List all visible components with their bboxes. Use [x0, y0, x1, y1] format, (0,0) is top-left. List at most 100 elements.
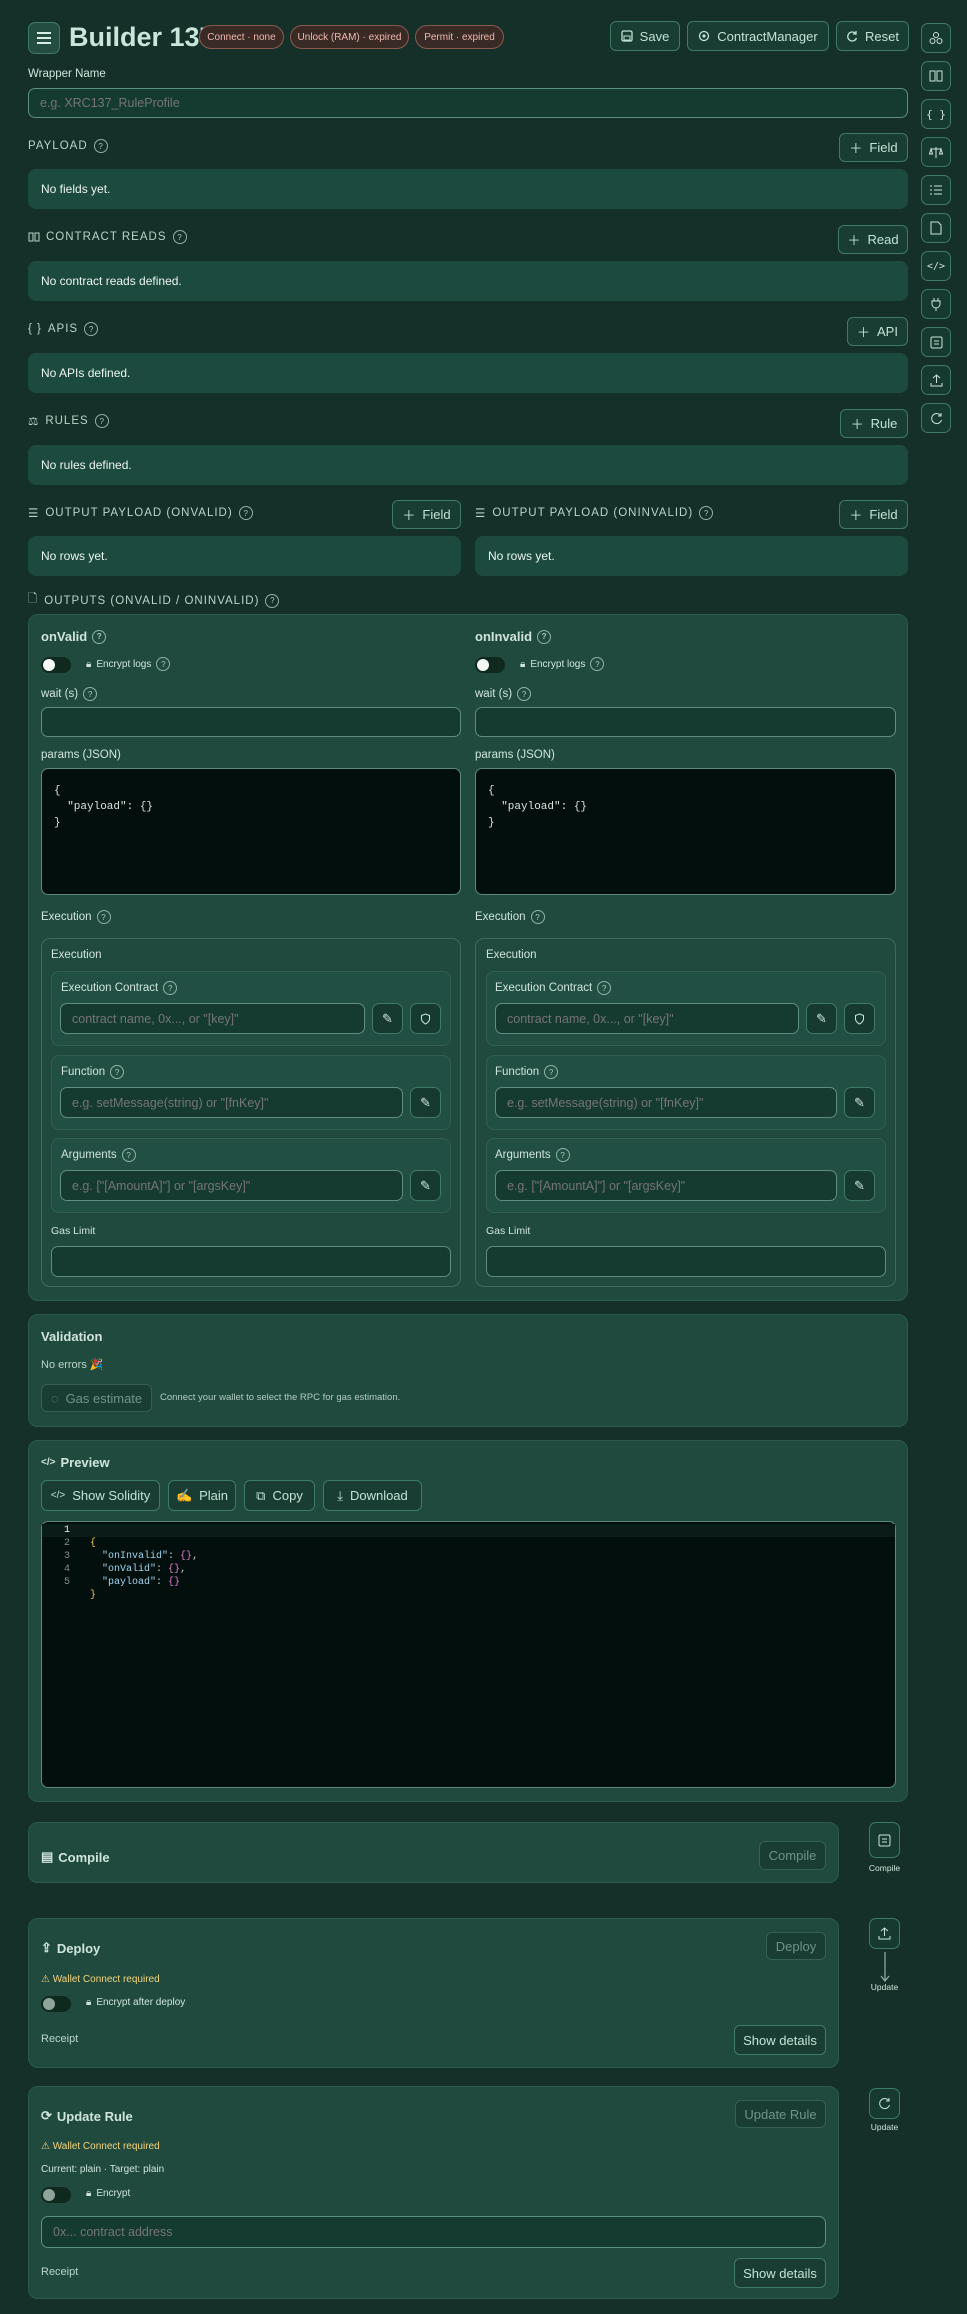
help-icon: ?: [110, 1065, 125, 1079]
copy-icon: ⧉: [256, 1487, 266, 1503]
edit-function-button-invalid[interactable]: ✎: [844, 1087, 875, 1118]
permit-status-badge[interactable]: Permit · expired: [415, 25, 504, 49]
execution-contract-input-invalid[interactable]: [495, 1003, 799, 1034]
download-button[interactable]: ⤓ Download: [323, 1480, 422, 1511]
update-rule-title: ⟳ Update Rule: [41, 2108, 133, 2124]
function-label-valid: Function?: [61, 1065, 125, 1079]
refresh-icon: [879, 2098, 890, 2109]
pencil-icon: ✎: [854, 1177, 865, 1193]
help-icon: ?: [96, 910, 111, 924]
add-read-button[interactable]: ＋ Read: [838, 225, 908, 254]
plug-nav-icon[interactable]: [921, 289, 951, 319]
on-invalid-title: onInvalid?: [475, 629, 552, 644]
add-field-button[interactable]: ＋ Field: [839, 133, 908, 162]
shield-button-invalid[interactable]: [844, 1003, 875, 1034]
help-icon: ?: [530, 910, 545, 924]
shield-button-valid[interactable]: [410, 1003, 441, 1034]
update-nav-icon[interactable]: [921, 403, 951, 433]
shield-icon: [421, 1012, 430, 1025]
copy-button[interactable]: ⧉ Copy: [244, 1480, 315, 1511]
wait-input-invalid[interactable]: [475, 707, 896, 737]
update-show-details-button[interactable]: Show details: [734, 2258, 826, 2288]
edit-arguments-button-valid[interactable]: ✎: [410, 1170, 441, 1201]
execution-inner-title-invalid: Execution: [486, 949, 537, 961]
payload-section-title: PAYLOAD?: [28, 139, 108, 153]
list-icon: ☰: [28, 508, 40, 520]
deploy-button[interactable]: Deploy: [766, 1932, 826, 1960]
payload-empty: No fields yet.: [28, 169, 908, 209]
edit-arguments-button-invalid[interactable]: ✎: [844, 1170, 875, 1201]
wait-input-valid[interactable]: [41, 707, 461, 737]
function-label-invalid: Function?: [495, 1065, 559, 1079]
code-icon: </>: [41, 1457, 56, 1468]
contract-manager-button[interactable]: ContractManager: [687, 21, 829, 51]
help-icon: ?: [163, 981, 178, 995]
code-preview-editor[interactable]: 12345 { "onInvalid": {}, "onValid": {}, …: [41, 1521, 896, 1788]
lock-icon: 🔒︎: [86, 1997, 92, 2008]
code-nav-icon[interactable]: </>: [921, 251, 951, 281]
params-json-editor-valid[interactable]: { "payload": {} }: [41, 768, 461, 895]
compile-icon: ▤: [41, 1849, 54, 1864]
rules-nav-icon[interactable]: [921, 23, 951, 53]
gas-limit-input-invalid[interactable]: [486, 1246, 886, 1277]
upload-nav-icon[interactable]: [921, 365, 951, 395]
update-rule-card: [28, 2086, 839, 2299]
unlock-status-badge[interactable]: Unlock (RAM) · expired: [290, 25, 409, 49]
compile-nav-icon[interactable]: [921, 327, 951, 357]
deploy-side-button[interactable]: [869, 1918, 900, 1949]
validation-card: [28, 1314, 908, 1427]
braces-nav-icon[interactable]: { }: [921, 99, 951, 129]
compile-button[interactable]: Compile: [759, 1841, 826, 1870]
wait-label-valid: wait (s)?: [41, 687, 98, 701]
update-status: Current: plain · Target: plain: [41, 2164, 165, 2175]
deploy-warning: ⚠ Wallet Connect required: [41, 1974, 160, 1985]
file-output-icon: 🗋: [28, 593, 39, 605]
update-rule-button[interactable]: Update Rule: [735, 2100, 826, 2128]
function-input-valid[interactable]: [60, 1087, 403, 1118]
add-api-button[interactable]: ＋ API: [847, 317, 908, 346]
deploy-side-label: Update: [870, 1982, 899, 1992]
contract-address-input[interactable]: [41, 2216, 826, 2248]
output-payload-valid-title: ☰ OUTPUT PAYLOAD (ONVALID)?: [28, 506, 253, 520]
scale-nav-icon[interactable]: [921, 137, 951, 167]
show-solidity-button[interactable]: </> Show Solidity: [41, 1480, 160, 1511]
pencil-icon: ✎: [382, 1010, 393, 1026]
gas-estimate-button[interactable]: ◌ Gas estimate: [41, 1384, 152, 1412]
execution-contract-input-valid[interactable]: [60, 1003, 365, 1034]
menu-button[interactable]: [28, 22, 60, 54]
function-input-invalid[interactable]: [495, 1087, 837, 1118]
compile-side-button[interactable]: [869, 1822, 900, 1858]
params-json-editor-invalid[interactable]: { "payload": {} }: [475, 768, 896, 895]
add-rule-button[interactable]: ＋ Rule: [840, 409, 908, 438]
encrypt-after-deploy-toggle[interactable]: [41, 1996, 71, 2012]
connect-status-badge[interactable]: Connect · none: [199, 25, 284, 49]
update-side-button[interactable]: [869, 2088, 900, 2119]
encrypt-logs-toggle-valid[interactable]: [41, 657, 71, 673]
pencil-icon: ✎: [854, 1094, 865, 1110]
gas-limit-input-valid[interactable]: [51, 1246, 451, 1277]
arguments-input-invalid[interactable]: [495, 1170, 837, 1201]
update-encrypt-toggle[interactable]: [41, 2187, 71, 2203]
file-output-nav-icon[interactable]: [921, 213, 951, 243]
plain-button[interactable]: ✍ Plain: [168, 1480, 236, 1511]
signature-icon: ✍: [175, 1487, 193, 1503]
help-icon: ?: [590, 657, 605, 671]
arguments-input-valid[interactable]: [60, 1170, 403, 1201]
reset-button[interactable]: Reset: [836, 21, 909, 51]
deploy-show-details-button[interactable]: Show details: [734, 2025, 826, 2055]
encrypt-logs-toggle-invalid[interactable]: [475, 657, 505, 673]
list-check-nav-icon[interactable]: [921, 175, 951, 205]
edit-function-button-valid[interactable]: ✎: [410, 1087, 441, 1118]
execution-inner-title-valid: Execution: [51, 949, 102, 961]
add-invalid-field-button[interactable]: ＋ Field: [839, 500, 908, 529]
page-title: Builder 137: [69, 22, 215, 52]
save-button[interactable]: Save: [610, 21, 680, 51]
edit-contract-button-invalid[interactable]: ✎: [806, 1003, 837, 1034]
list-icon: ☰: [475, 508, 487, 520]
menu-icon: [37, 32, 51, 44]
edit-contract-button-valid[interactable]: ✎: [372, 1003, 403, 1034]
book-nav-icon[interactable]: [921, 61, 951, 91]
add-valid-field-button[interactable]: ＋ Field: [392, 500, 461, 529]
compile-side-label: Compile: [868, 1863, 901, 1873]
wrapper-name-input[interactable]: [28, 88, 908, 118]
